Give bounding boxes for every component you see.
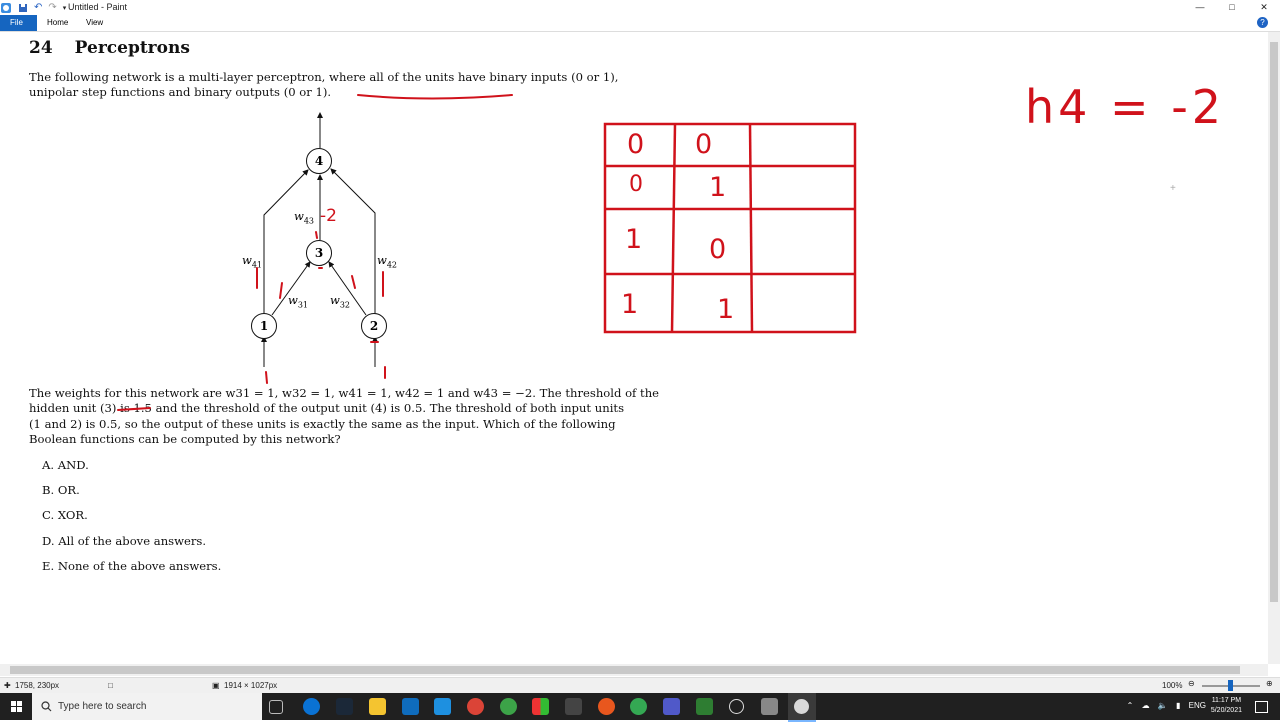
calendar-app-icon[interactable] <box>565 698 582 715</box>
microsoft-store-icon[interactable] <box>402 698 419 715</box>
system-tray: ⌃ ☁ 🔈 ▮ ENG <box>1127 701 1206 710</box>
search-placeholder: Type here to search <box>58 701 147 712</box>
handwritten-formula: h4 = -2 <box>1025 80 1226 134</box>
orange-app-icon[interactable] <box>598 698 615 715</box>
language-indicator[interactable]: ENG <box>1189 701 1206 710</box>
clock-date: 5/20/2021 <box>1210 707 1242 714</box>
zoom-level: 100% <box>1162 681 1183 690</box>
battery-icon[interactable]: ▮ <box>1176 701 1180 710</box>
ink-mark-node3-top <box>315 231 318 239</box>
truth-table: 0 0 0 1 1 0 1 1 <box>605 124 855 332</box>
show-hidden-icons[interactable]: ⌃ <box>1127 701 1134 710</box>
horizontal-scrollbar[interactable] <box>0 664 1268 676</box>
vertical-scrollbar[interactable] <box>1268 32 1280 664</box>
cursor-position-icon: ✚ <box>4 681 11 690</box>
cell-r1-c2: 0 <box>695 129 713 160</box>
crosshair-cursor: + <box>1170 183 1176 194</box>
gray-app-icon[interactable] <box>761 698 778 715</box>
selection-size-icon: □ <box>108 681 113 690</box>
clock-time: 11:17 PM <box>1211 697 1242 704</box>
image-size-icon: ▣ <box>212 681 220 690</box>
horizontal-scroll-thumb[interactable] <box>10 666 1240 674</box>
cell-r2-c1: 0 <box>629 172 643 197</box>
status-bar: ✚ 1758, 230px □ ▣ 1914 × 1027px 100% ⊖ ⊕ <box>0 677 1280 694</box>
handwritten-w43-value: -2 <box>320 206 337 226</box>
mail-icon[interactable] <box>434 698 451 715</box>
cell-r3-c2: 0 <box>709 234 727 265</box>
task-view-icon[interactable] <box>269 700 283 714</box>
cell-r1-c1: 0 <box>627 129 645 160</box>
cell-r4-c1: 1 <box>621 289 639 320</box>
excel-app-icon[interactable] <box>696 698 713 715</box>
taskbar: Type here to search ⌃ ☁ 🔈 ▮ ENG 11:17 PM… <box>0 693 1280 722</box>
cell-r2-c2: 1 <box>709 172 727 203</box>
vertical-scroll-thumb[interactable] <box>1270 42 1278 602</box>
search-icon <box>41 701 52 712</box>
volume-icon[interactable]: 🔈 <box>1158 701 1168 710</box>
zoom-out-button[interactable]: ⊖ <box>1188 679 1195 688</box>
chrome-icon[interactable] <box>467 698 484 715</box>
windows-start-icon[interactable] <box>11 701 23 713</box>
edge-browser-icon[interactable] <box>303 698 320 715</box>
ink-underline-intro <box>357 94 513 100</box>
taskbar-search-box[interactable]: Type here to search <box>32 693 262 720</box>
cursor-position: 1758, 230px <box>15 681 60 690</box>
network-icon[interactable]: ☁ <box>1142 701 1150 710</box>
ink-mark-w32 <box>351 275 356 289</box>
circle-app-icon[interactable] <box>729 699 744 714</box>
zoom-slider-thumb[interactable] <box>1228 680 1233 691</box>
office-app-icon[interactable] <box>532 698 549 715</box>
notifications-icon[interactable] <box>1255 701 1268 713</box>
ink-underline-threshold <box>117 407 151 411</box>
cell-r3-c1: 1 <box>625 224 643 255</box>
cell-r4-c2: 1 <box>717 294 735 325</box>
green-app-icon[interactable] <box>500 698 517 715</box>
teams-icon[interactable] <box>663 698 680 715</box>
taskbar-clock[interactable]: 11:17 PM 5/20/2021 <box>1211 696 1242 716</box>
ink-mark-input-1 <box>265 371 268 384</box>
paint-taskbar-button[interactable] <box>788 693 816 722</box>
zoom-in-button[interactable]: ⊕ <box>1266 679 1273 688</box>
ink-mark-w31 <box>279 282 283 299</box>
image-size: 1914 × 1027px <box>224 681 278 690</box>
file-explorer-icon[interactable] <box>369 698 386 715</box>
paint-icon <box>794 699 809 714</box>
steam-icon[interactable] <box>336 698 353 715</box>
chrome-profile-icon[interactable] <box>630 698 647 715</box>
